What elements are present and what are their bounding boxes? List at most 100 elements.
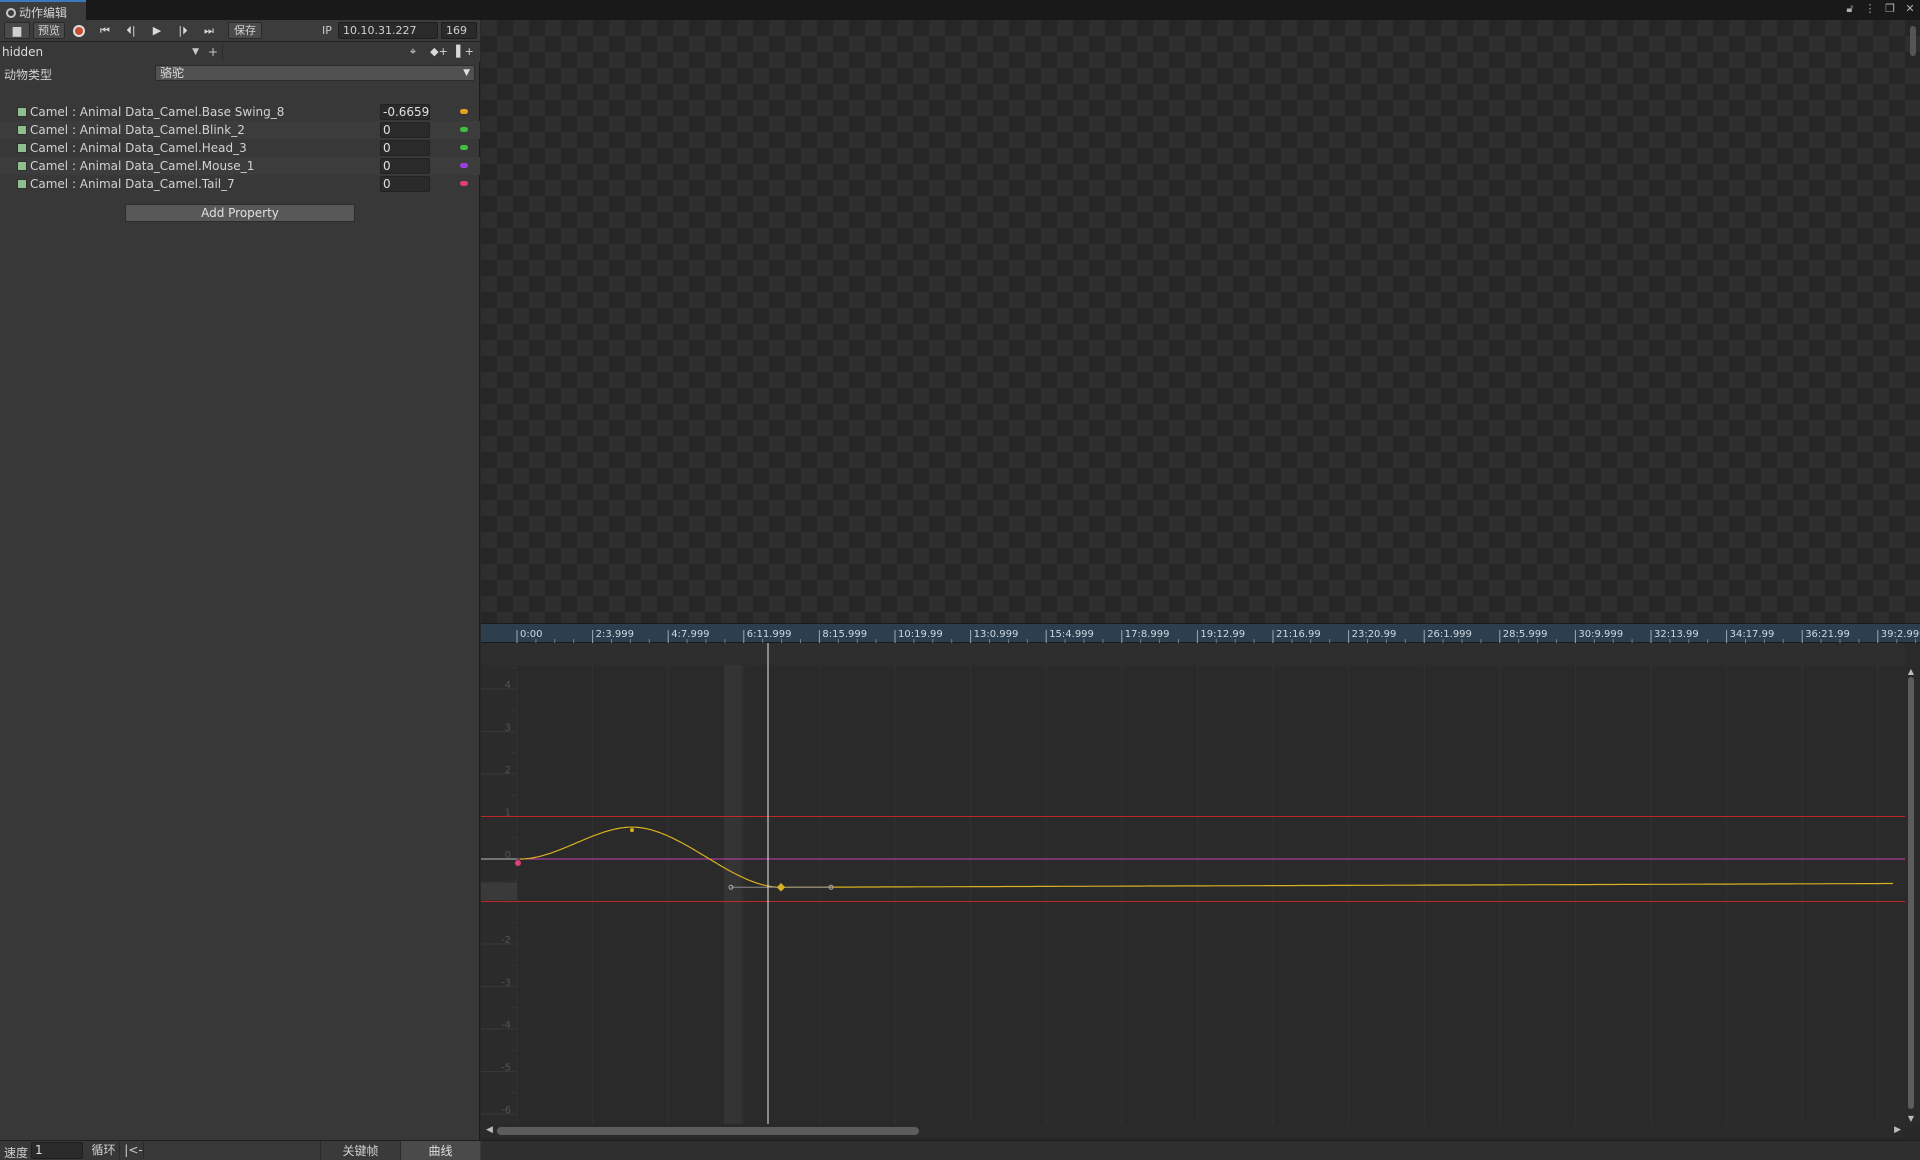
ruler-tick-label: 0:00	[520, 629, 542, 640]
skip-back-icon: ⏮	[100, 24, 110, 37]
clip-row: hidden ▼ + ⌖ ◆+ ▌+	[0, 42, 480, 62]
speed-label: 速度	[4, 1146, 29, 1160]
next-frame-button[interactable]: |⏵	[172, 22, 194, 40]
prev-frame-button[interactable]: ⏴|	[120, 22, 142, 40]
curve-color-dot	[460, 163, 468, 168]
playback-toolbar: ▆ 预览 ⏮ ⏴| ▶ |⏵ ⏭ 保存 IP 10.10.31.227 169	[0, 20, 480, 42]
animal-type-select[interactable]: 骆驼 ▼	[155, 65, 475, 81]
property-value-field[interactable]: 0	[380, 158, 430, 174]
ruler-tick-label: 21:16.99	[1276, 629, 1321, 640]
ruler-tick-label: 32:13.99	[1654, 629, 1699, 640]
clock-icon	[6, 8, 16, 18]
add-keyframe-button[interactable]: ◆+	[430, 44, 448, 60]
ruler-tick-label: 19:12.99	[1200, 629, 1245, 640]
tab-keyframes[interactable]: 关键帧	[320, 1141, 400, 1160]
preview-scrollbar[interactable]	[1910, 26, 1916, 56]
add-clip-button[interactable]: +	[206, 44, 220, 60]
play-button[interactable]: ▶	[146, 22, 168, 40]
ruler-tick-label: 6:11.999	[747, 629, 792, 640]
chevron-down-icon: ▼	[463, 68, 470, 78]
speed-field[interactable]: 1	[31, 1142, 83, 1159]
skip-forward-icon: ⏭	[204, 24, 214, 37]
property-name: Camel : Animal Data_Camel.Base Swing_8	[30, 105, 285, 119]
vertical-scroll-thumb[interactable]	[1908, 677, 1914, 1109]
property-value-field[interactable]: 0	[380, 140, 430, 156]
keyframe-peak	[630, 828, 634, 833]
script-icon	[17, 179, 27, 189]
preview-viewport[interactable]	[481, 20, 1920, 623]
script-icon	[17, 161, 27, 171]
snap-button[interactable]: ⌖	[404, 44, 422, 60]
animal-type-label: 动物类型	[4, 68, 53, 82]
animal-type-value: 骆驼	[160, 66, 185, 80]
property-value-field[interactable]: 0	[380, 122, 430, 138]
add-event-icon: ▌+	[456, 45, 474, 58]
step-back-icon: ⏴|	[126, 24, 136, 37]
record-icon	[73, 25, 85, 37]
window-tab[interactable]: 动作编辑	[0, 0, 86, 21]
ruler-tick-label: 39:2.999	[1881, 629, 1920, 640]
script-icon	[17, 125, 27, 135]
script-icon	[17, 107, 27, 117]
folder-button[interactable]: ▆	[4, 22, 30, 39]
property-row[interactable]: Camel : Animal Data_Camel.Head_3 0	[0, 139, 480, 157]
chevron-down-icon: ▼	[192, 47, 199, 57]
clip-name-field[interactable]	[222, 44, 402, 60]
tab-curves[interactable]: 曲线	[400, 1141, 480, 1160]
ruler-tick-label: 26:1.999	[1427, 629, 1472, 640]
curve-color-dot	[460, 127, 468, 132]
property-row[interactable]: Camel : Animal Data_Camel.Blink_2 0	[0, 121, 480, 139]
close-icon[interactable]: ✕	[1904, 2, 1916, 16]
ruler-tick-label: 13:0.999	[974, 629, 1019, 640]
first-frame-button[interactable]: ⏮	[94, 22, 116, 40]
ruler-tick-label: 28:5.999	[1503, 629, 1548, 640]
window-controls: 🔓︎ ⋮ ❐ ✕	[1844, 2, 1916, 16]
step-forward-icon: |⏵	[178, 24, 188, 37]
keyframe-start	[515, 860, 521, 866]
timeline-ruler[interactable]: 0:00 2:3.999 4:7.999 6:11.999 8:15.999 10:19.…	[481, 623, 1920, 644]
add-property-button[interactable]: Add Property	[125, 204, 355, 222]
script-icon	[17, 143, 27, 153]
scroll-up-icon[interactable]: ▲	[1906, 667, 1916, 676]
ip-field[interactable]: 10.10.31.227	[338, 22, 438, 39]
ruler-tick-label: 4:7.999	[671, 629, 709, 640]
property-value-field[interactable]: -0.6659	[380, 104, 430, 120]
add-event-button[interactable]: ▌+	[456, 44, 474, 60]
property-name: Camel : Animal Data_Camel.Head_3	[30, 141, 247, 155]
curve-vertical-scrollbar[interactable]: ▲ ▼	[1905, 667, 1917, 1127]
curve-header-strip	[481, 643, 1905, 665]
animal-type-row: 动物类型 骆驼 ▼	[0, 64, 480, 82]
scroll-left-icon[interactable]: ◀	[486, 1125, 493, 1135]
animation-properties-panel: ▆ 预览 ⏮ ⏴| ▶ |⏵ ⏭ 保存 IP 10.10.31.227 169 …	[0, 20, 480, 1146]
property-row[interactable]: Camel : Animal Data_Camel.Tail_7 0	[0, 175, 480, 193]
rewind-button[interactable]: |<-	[124, 1142, 144, 1159]
scroll-down-icon[interactable]: ▼	[1906, 1114, 1916, 1123]
add-keyframe-icon: ◆+	[430, 45, 448, 58]
crosshair-icon: ⌖	[409, 45, 417, 58]
curve-color-dot	[460, 181, 468, 186]
curve-editor[interactable]: 43210-1-2-3-4-5-6	[481, 643, 1920, 1125]
property-value-field[interactable]: 0	[380, 176, 430, 192]
more-menu-icon[interactable]: ⋮	[1864, 2, 1876, 16]
ruler-tick-label: 23:20.99	[1352, 629, 1397, 640]
timeline-ruler-graphic: 0:00 2:3.999 4:7.999 6:11.999 8:15.999 10:19.…	[516, 629, 1920, 644]
last-frame-button[interactable]: ⏭	[198, 22, 220, 40]
window-title: 动作编辑	[19, 6, 68, 20]
curve-horizontal-scrollbar[interactable]: ◀ ▶	[481, 1124, 1905, 1138]
loop-toggle[interactable]: 循环	[88, 1142, 120, 1159]
preview-button[interactable]: 预览	[33, 22, 65, 39]
curve-color-dot	[460, 109, 468, 114]
property-row[interactable]: Camel : Animal Data_Camel.Mouse_1 0	[0, 157, 480, 175]
restore-icon[interactable]: ❐	[1884, 2, 1896, 16]
record-button[interactable]	[68, 22, 90, 40]
ruler-tick-label: 30:9.999	[1578, 629, 1623, 640]
frame-field[interactable]: 169	[441, 22, 477, 39]
lock-icon[interactable]: 🔓︎	[1844, 2, 1856, 16]
title-bar: 动作编辑 🔓︎ ⋮ ❐ ✕	[0, 0, 1920, 21]
property-row[interactable]: Camel : Animal Data_Camel.Base Swing_8 -…	[0, 103, 480, 121]
horizontal-scroll-thumb[interactable]	[497, 1127, 919, 1135]
scroll-right-icon[interactable]: ▶	[1894, 1125, 1901, 1135]
clip-select[interactable]: hidden ▼	[2, 44, 201, 60]
save-button[interactable]: 保存	[228, 22, 262, 39]
ruler-tick-label: 17:8.999	[1125, 629, 1170, 640]
